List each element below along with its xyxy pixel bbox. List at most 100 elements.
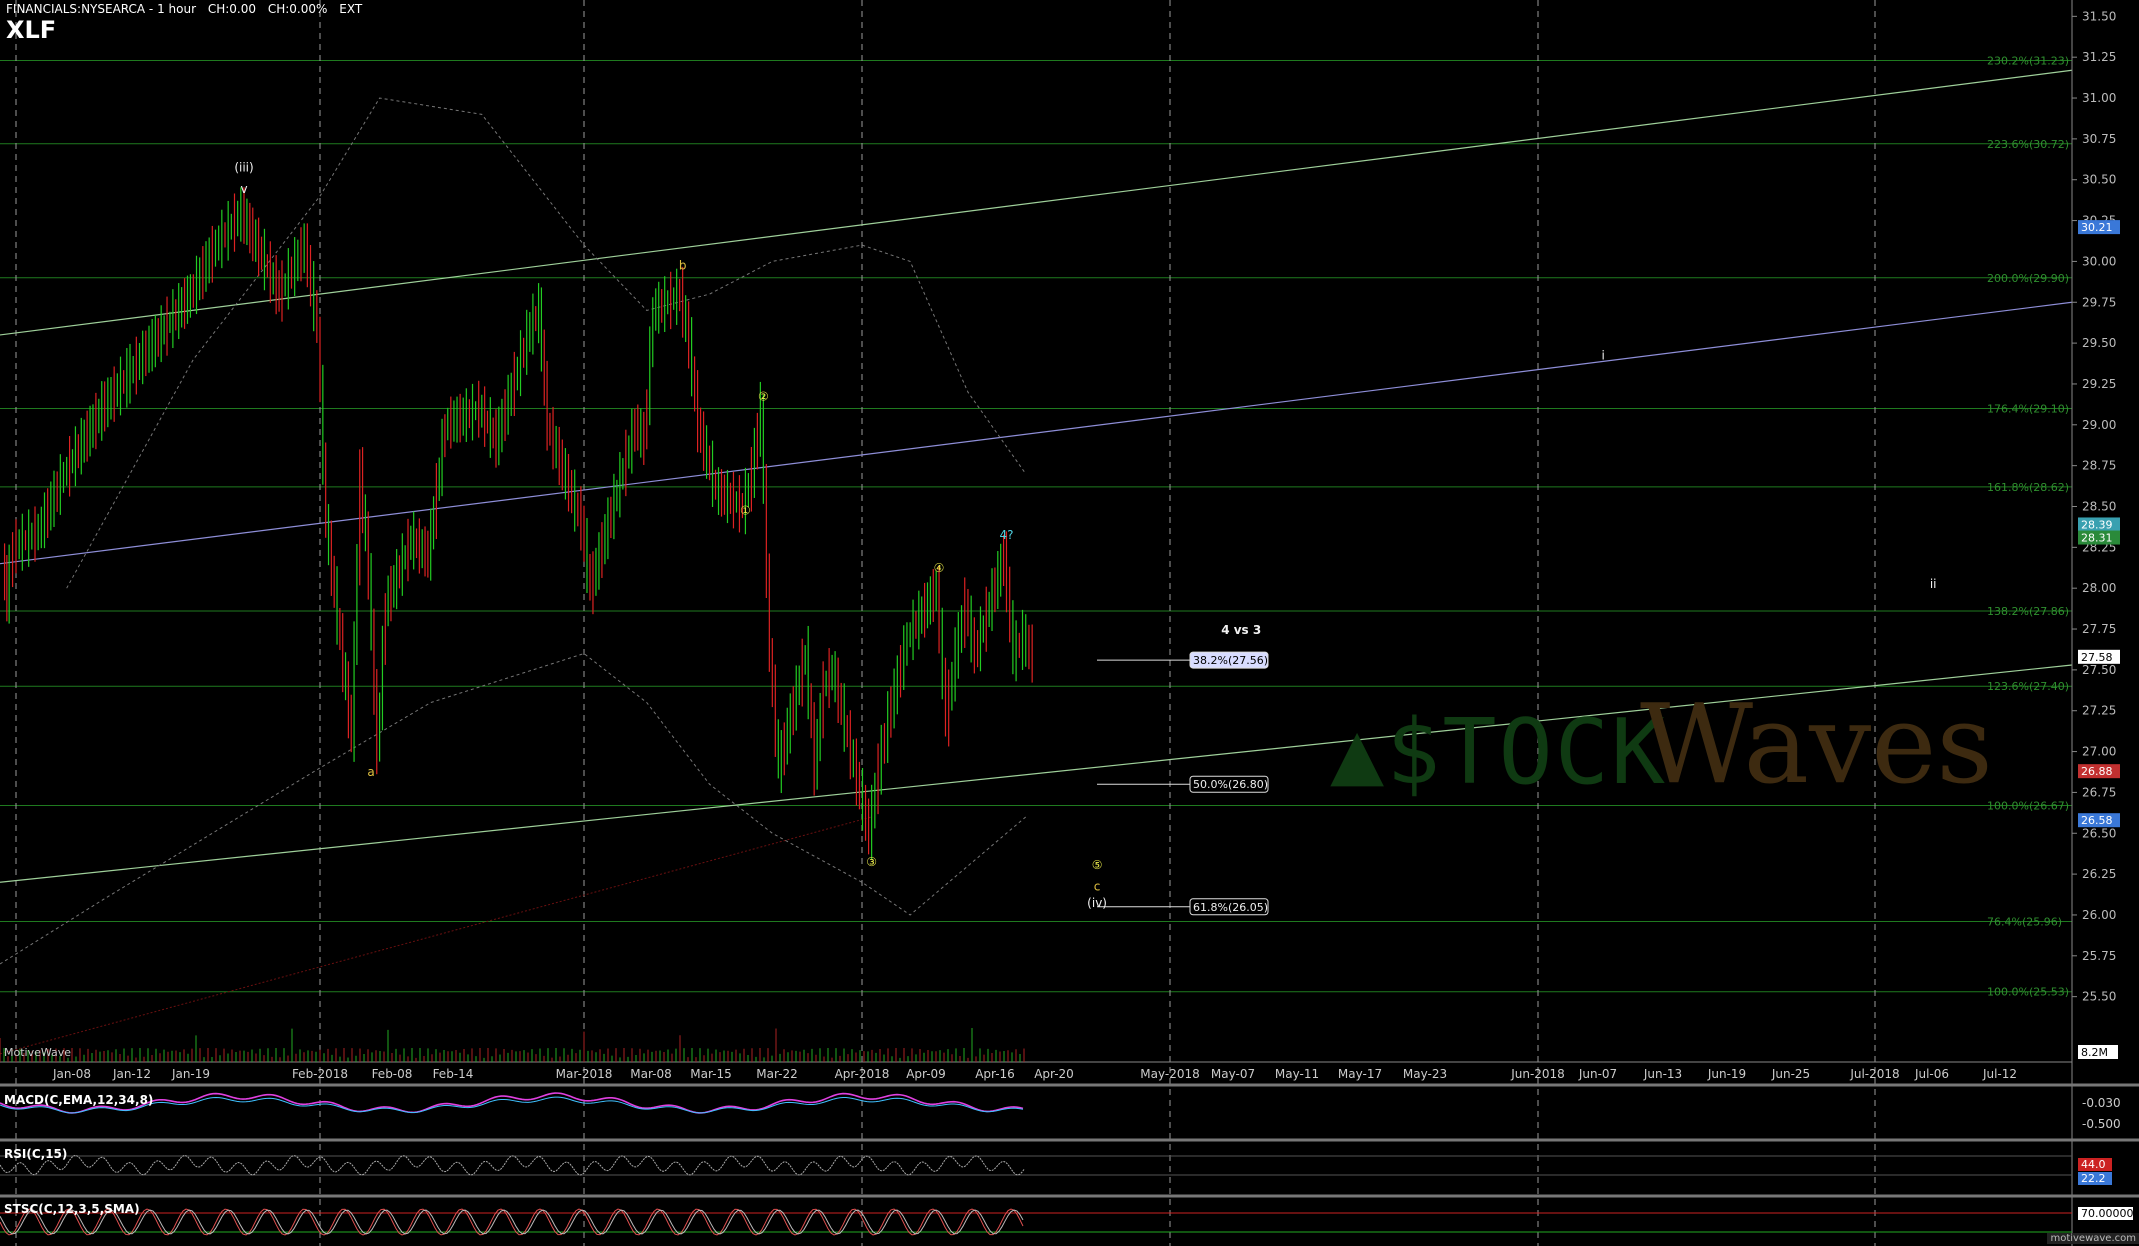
rsi-tick: 22.2 — [2081, 1172, 2106, 1185]
fib-label: 100.0%(26.67) — [1987, 799, 2069, 812]
date-tick-label: Mar-22 — [756, 1067, 797, 1081]
date-tick-label: Jul-2018 — [1849, 1067, 1899, 1081]
price-tick-label: 25.50 — [2082, 990, 2116, 1004]
date-tick-label: Apr-16 — [975, 1067, 1015, 1081]
wave-label: ③ — [866, 855, 877, 869]
watermark-waves: Waves — [1640, 680, 1993, 808]
fib-label: 161.8%(28.62) — [1987, 481, 2069, 494]
wave-label: v — [240, 182, 247, 196]
wave-label: ④ — [934, 561, 945, 575]
price-tick-label: 30.00 — [2082, 254, 2116, 268]
price-marker-label: 28.39 — [2081, 518, 2113, 531]
wave-label: 4 vs 3 — [1221, 623, 1261, 637]
fib-label: 200.0%(29.90) — [1987, 272, 2069, 285]
date-tick-label: Jun-13 — [1643, 1067, 1682, 1081]
price-tick-label: 30.50 — [2082, 173, 2116, 187]
wave-label: c — [1094, 879, 1101, 893]
wave-label: (iii) — [234, 161, 253, 175]
price-tick-label: 26.25 — [2082, 867, 2116, 881]
macd-label: MACD(C,EMA,12,34,8) — [4, 1093, 154, 1107]
price-tick-label: 29.75 — [2082, 295, 2116, 309]
fib-label: 123.6%(27.40) — [1987, 680, 2069, 693]
price-tick-label: 31.50 — [2082, 9, 2116, 23]
retracement-label: 38.2%(27.56) — [1193, 654, 1268, 667]
instrument-label: FINANCIALS:NYSEARCA - 1 hour — [6, 2, 197, 16]
price-tick-label: 28.75 — [2082, 459, 2116, 473]
rsi-line — [0, 1154, 1025, 1176]
price-marker-label: 28.31 — [2081, 532, 2113, 545]
macd-tick: -0.030 — [2082, 1096, 2121, 1110]
watermark-stock: ▲$TOCK — [1330, 700, 1668, 805]
price-tick-label: 28.00 — [2082, 581, 2116, 595]
motivewave-label: MotiveWave — [4, 1046, 72, 1059]
date-tick-label: Mar-15 — [690, 1067, 731, 1081]
upper-envelope — [66, 97, 1027, 589]
retracement-label: 50.0%(26.80) — [1193, 778, 1268, 791]
date-tick-label: Jan-19 — [171, 1067, 210, 1081]
date-tick-label: Apr-09 — [906, 1067, 946, 1081]
price-tick-label: 26.00 — [2082, 908, 2116, 922]
wave-label: ⑤ — [1092, 858, 1103, 872]
change-value: CH:0.00 — [207, 2, 257, 16]
date-tick-label: Jun-19 — [1707, 1067, 1746, 1081]
date-tick-label: Feb-2018 — [292, 1067, 348, 1081]
date-tick-label: Mar-2018 — [556, 1067, 613, 1081]
date-tick-label: May-23 — [1403, 1067, 1447, 1081]
date-tick-label: Feb-08 — [372, 1067, 413, 1081]
stoch-label: STSC(C,12,3,5,SMA) — [4, 1202, 140, 1216]
rsi-label: RSI(C,15) — [4, 1147, 68, 1161]
wave-label: i — [1602, 348, 1605, 362]
price-tick-label: 27.25 — [2082, 704, 2116, 718]
wave-label: ① — [740, 504, 751, 518]
price-tick-label: 31.25 — [2082, 50, 2116, 64]
change-percent: CH:0.00% — [267, 2, 328, 16]
date-tick-label: Apr-2018 — [835, 1067, 890, 1081]
date-tick-label: Jul-12 — [1982, 1067, 2017, 1081]
price-marker-label: 26.88 — [2081, 765, 2113, 778]
stoch-d-line — [0, 1209, 1024, 1235]
date-tick-label: May-17 — [1338, 1067, 1382, 1081]
date-tick-label: May-07 — [1211, 1067, 1255, 1081]
price-tick-label: 29.00 — [2082, 418, 2116, 432]
date-tick-label: Feb-14 — [433, 1067, 474, 1081]
channel-mid-line — [0, 301, 2073, 565]
price-tick-label: 31.00 — [2082, 91, 2116, 105]
date-tick-label: Jun-07 — [1578, 1067, 1617, 1081]
price-marker-label: 27.58 — [2081, 651, 2113, 664]
wave-label: ii — [1930, 577, 1937, 591]
stoch-tick: 70.00000 — [2081, 1207, 2134, 1220]
date-tick-label: Jan-12 — [112, 1067, 151, 1081]
date-tick-label: May-2018 — [1140, 1067, 1199, 1081]
price-tick-label: 25.75 — [2082, 949, 2116, 963]
wave-label: ② — [758, 389, 769, 403]
price-chart[interactable]: 230.2%(31.23) 223.6%(30.72) 200.0%(29.90) 1… — [0, 0, 2139, 1246]
wave-label: b — [679, 259, 687, 273]
price-marker-label: 26.58 — [2081, 814, 2113, 827]
date-tick-label: Jan-08 — [52, 1067, 91, 1081]
price-tick-label: 26.75 — [2082, 785, 2116, 799]
wave-label: a — [367, 765, 374, 779]
fib-label: 176.4%(29.10) — [1987, 402, 2069, 415]
date-tick-label: Mar-08 — [630, 1067, 671, 1081]
retracement-label: 61.8%(26.05) — [1193, 901, 1268, 914]
price-tick-label: 29.25 — [2082, 377, 2116, 391]
fib-label: 76.4%(25.96) — [1987, 915, 2062, 928]
macd-tick: -0.500 — [2082, 1117, 2121, 1131]
price-tick-label: 27.00 — [2082, 745, 2116, 759]
symbol-title: XLF — [6, 16, 57, 44]
moving-average-line — [0, 816, 872, 1055]
fib-label: 100.0%(25.53) — [1987, 986, 2069, 999]
session-label: EXT — [339, 2, 363, 16]
fib-label: 223.6%(30.72) — [1987, 138, 2069, 151]
fib-label: 138.2%(27.86) — [1987, 605, 2069, 618]
chart-header: FINANCIALS:NYSEARCA - 1 hour CH:0.00 CH:… — [6, 2, 370, 16]
fib-label: 230.2%(31.23) — [1987, 54, 2069, 67]
date-tick-label: Jun-2018 — [1510, 1067, 1565, 1081]
date-tick-label: Apr-20 — [1034, 1067, 1074, 1081]
price-tick-label: 27.50 — [2082, 663, 2116, 677]
rsi-tick: 44.0 — [2081, 1158, 2106, 1171]
price-tick-label: 29.50 — [2082, 336, 2116, 350]
price-tick-label: 27.75 — [2082, 622, 2116, 636]
footer-brand: motivewave.com — [2047, 1233, 2139, 1244]
price-tick-label: 30.75 — [2082, 132, 2116, 146]
